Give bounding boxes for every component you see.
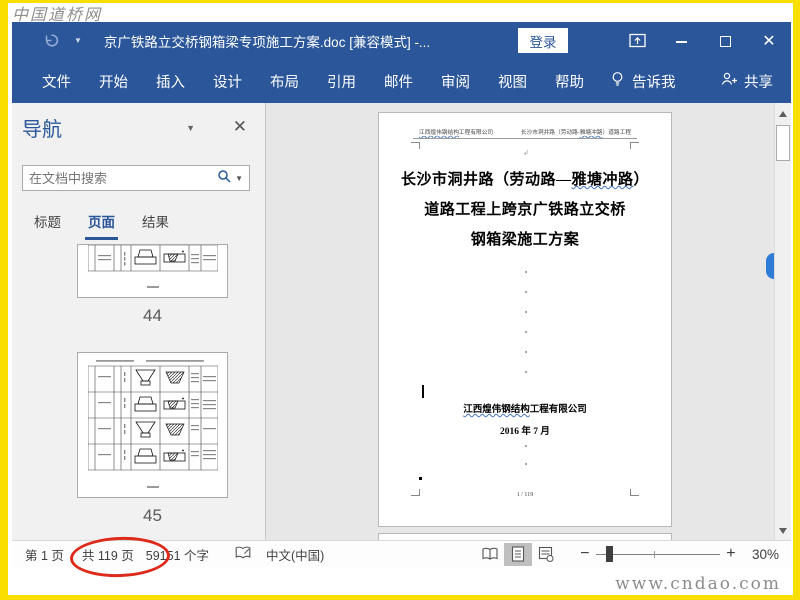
screenshot-root: { "watermarks": { "top": "中国道桥网", "botto…	[0, 0, 800, 600]
print-layout-view-button[interactable]	[503, 542, 532, 566]
page-header-right: 长沙市洞井路（劳动路-雅塘冲路）道路工程	[520, 130, 631, 136]
paragraph-dot	[525, 271, 527, 273]
thumbnail-footer-mark	[146, 286, 159, 288]
header-rule	[413, 138, 637, 139]
zoom-slider[interactable]	[595, 546, 720, 562]
zoom-slider-thumb[interactable]	[605, 546, 613, 562]
search-icon[interactable]	[217, 169, 231, 188]
scroll-up-icon[interactable]	[779, 111, 787, 117]
tab-file[interactable]: 文件	[42, 71, 71, 92]
tab-view[interactable]: 视图	[498, 71, 527, 92]
doc-title-line-1: 长沙市洞井路（劳动路—雅塘冲路）	[400, 172, 650, 188]
share-label: 共享	[744, 74, 773, 91]
navtab-headings[interactable]: 标题	[34, 211, 61, 231]
tab-home[interactable]: 开始	[99, 71, 128, 92]
thumbnail-page-number-44[interactable]: 44	[77, 306, 228, 326]
tell-me-control[interactable]: 告诉我	[610, 71, 676, 92]
close-button[interactable]: ✕	[747, 31, 791, 51]
site-watermark-bottom: www.cndao.com	[615, 574, 781, 594]
weld-table-thumbnail	[87, 245, 218, 272]
square-bullet	[419, 477, 422, 480]
zoom-out-button[interactable]: −	[576, 545, 594, 563]
weld-table-thumbnail	[87, 360, 218, 471]
read-mode-view-button[interactable]	[476, 543, 504, 566]
status-language[interactable]: 中文(中国)	[266, 545, 324, 564]
navigation-close-icon[interactable]: ✕	[233, 117, 247, 137]
ribbon-display-options-icon[interactable]	[615, 33, 659, 48]
word-window: ▼ 京广铁路立交桥钢箱梁专项施工方案.doc [兼容模式] -... 登录 ✕ …	[12, 22, 791, 567]
navigation-pane-title: 导航	[22, 119, 62, 141]
document-page-2-sliver[interactable]	[378, 533, 672, 540]
company-name-line: 江西煌伟钢结构工程有限公司	[463, 405, 587, 415]
paragraph-dot	[525, 445, 527, 447]
quick-access-toolbar: ▼	[42, 32, 82, 49]
tab-design[interactable]: 设计	[213, 71, 242, 92]
document-search-box[interactable]: ▼	[22, 165, 250, 191]
margin-crop-mark	[411, 142, 420, 149]
title-bar: ▼ 京广铁路立交桥钢箱梁专项施工方案.doc [兼容模式] -... 登录 ✕	[12, 22, 791, 59]
window-controls: ✕	[615, 22, 791, 59]
tell-me-label: 告诉我	[632, 74, 676, 91]
text-cursor	[422, 385, 424, 398]
page-footer-number: 1 / 119	[516, 492, 534, 498]
page-thumbnail-list: 44 45	[12, 244, 265, 540]
tab-help[interactable]: 帮助	[555, 71, 584, 92]
doc-title-line-3: 钢箱梁施工方案	[470, 232, 580, 248]
paragraph-dot	[525, 311, 527, 313]
document-title-block: 长沙市洞井路（劳动路—雅塘冲路） 道路工程上跨京广铁路立交桥 钢箱梁施工方案	[379, 165, 671, 255]
zoom-percentage[interactable]: 30%	[752, 547, 779, 562]
page-thumbnail-45[interactable]	[77, 352, 228, 498]
scrollbar-thumb[interactable]	[776, 125, 790, 161]
thumbnail-page-number-45[interactable]: 45	[77, 506, 228, 526]
edge-blue-marker	[766, 253, 774, 279]
search-input[interactable]	[23, 170, 218, 186]
navtab-pages[interactable]: 页面	[85, 211, 118, 240]
ribbon-tab-bar: 文件 开始 插入 设计 布局 引用 邮件 审阅 视图 帮助 告诉我 共享	[12, 59, 791, 103]
document-title: 京广铁路立交桥钢箱梁专项施工方案.doc [兼容模式] -...	[103, 34, 431, 50]
scroll-down-icon[interactable]	[779, 528, 787, 534]
thumbnail-footer-mark	[146, 486, 159, 488]
main-area: 导航 ▼ ✕ ▼ 标题 页面	[12, 103, 791, 540]
navigation-tabs: 标题 页面 结果	[34, 211, 169, 240]
maximize-button[interactable]	[703, 33, 747, 49]
lightbulb-icon	[610, 71, 625, 92]
navigation-pane: 导航 ▼ ✕ ▼ 标题 页面	[12, 103, 265, 540]
paragraph-mark: ↲	[523, 149, 529, 157]
doc-title-line-2: 道路工程上跨京广铁路立交桥	[424, 202, 626, 218]
paragraph-dot	[525, 371, 527, 373]
page-thumbnail-44[interactable]	[77, 244, 228, 298]
tab-mailings[interactable]: 邮件	[384, 71, 413, 92]
search-dropdown-icon[interactable]: ▼	[235, 174, 243, 183]
navigation-options-icon[interactable]: ▼	[186, 123, 195, 133]
login-button[interactable]: 登录	[518, 28, 568, 53]
document-page-1[interactable]: 江西煌伟钢结构工程有限公司 长沙市洞井路（劳动路-雅塘冲路）道路工程 ↲ 长沙市…	[378, 112, 672, 527]
paragraph-dot	[525, 331, 527, 333]
tab-insert[interactable]: 插入	[156, 71, 185, 92]
minimize-button[interactable]	[659, 33, 703, 49]
zoom-in-button[interactable]: +	[722, 545, 740, 563]
tab-review[interactable]: 审阅	[441, 71, 470, 92]
date-line: 2016 年 7 月	[500, 427, 550, 437]
share-control[interactable]: 共享	[720, 71, 773, 92]
status-current-page[interactable]: 第 1 页	[25, 545, 64, 564]
paragraph-dot	[525, 291, 527, 293]
paragraph-dot	[525, 351, 527, 353]
zoom-slider-tick	[653, 550, 655, 558]
undo-icon[interactable]	[42, 32, 60, 49]
page-sheet: 中国道桥网 www.cndao.com ▼ 京广铁路立交桥钢箱梁专项施工方案.d…	[8, 3, 793, 595]
proofing-book-icon[interactable]	[234, 545, 252, 563]
person-plus-icon	[720, 71, 738, 91]
document-canvas[interactable]: 江西煌伟钢结构工程有限公司 长沙市洞井路（劳动路-雅塘冲路）道路工程 ↲ 长沙市…	[266, 103, 774, 540]
tab-layout[interactable]: 布局	[270, 71, 299, 92]
margin-crop-mark	[630, 142, 639, 149]
navtab-results[interactable]: 结果	[142, 211, 169, 231]
qat-dropdown-icon[interactable]: ▼	[74, 36, 82, 45]
page-header-left: 江西煌伟钢结构工程有限公司	[419, 130, 494, 136]
web-layout-view-button[interactable]	[532, 543, 560, 566]
vertical-scrollbar[interactable]	[774, 103, 791, 540]
paragraph-dot	[525, 463, 527, 465]
tab-references[interactable]: 引用	[327, 71, 356, 92]
